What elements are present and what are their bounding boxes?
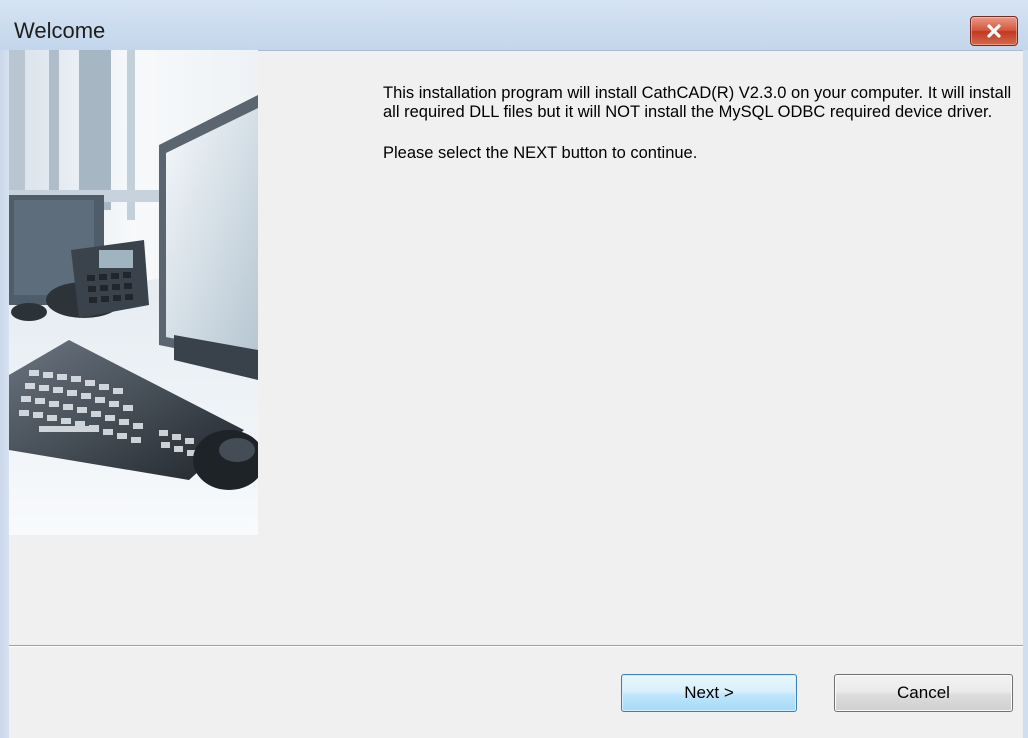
instruction-text: Please select the NEXT button to continu… bbox=[383, 144, 698, 162]
next-button[interactable]: Next > bbox=[621, 674, 797, 712]
welcome-message: This installation program will install C… bbox=[383, 84, 1013, 185]
window-title: Welcome bbox=[14, 18, 106, 43]
window-frame-left bbox=[0, 50, 9, 738]
close-button[interactable] bbox=[970, 16, 1018, 46]
office-desk-photo-icon bbox=[9, 50, 258, 535]
cancel-button[interactable]: Cancel bbox=[834, 674, 1013, 712]
close-icon bbox=[987, 24, 1001, 38]
installer-window: Welcome This installation program will i… bbox=[0, 0, 1028, 738]
description-text: This installation program will install C… bbox=[383, 84, 1012, 121]
window-frame-right bbox=[1023, 50, 1028, 738]
title-bar[interactable]: Welcome bbox=[0, 0, 1028, 51]
button-separator bbox=[9, 645, 1023, 647]
